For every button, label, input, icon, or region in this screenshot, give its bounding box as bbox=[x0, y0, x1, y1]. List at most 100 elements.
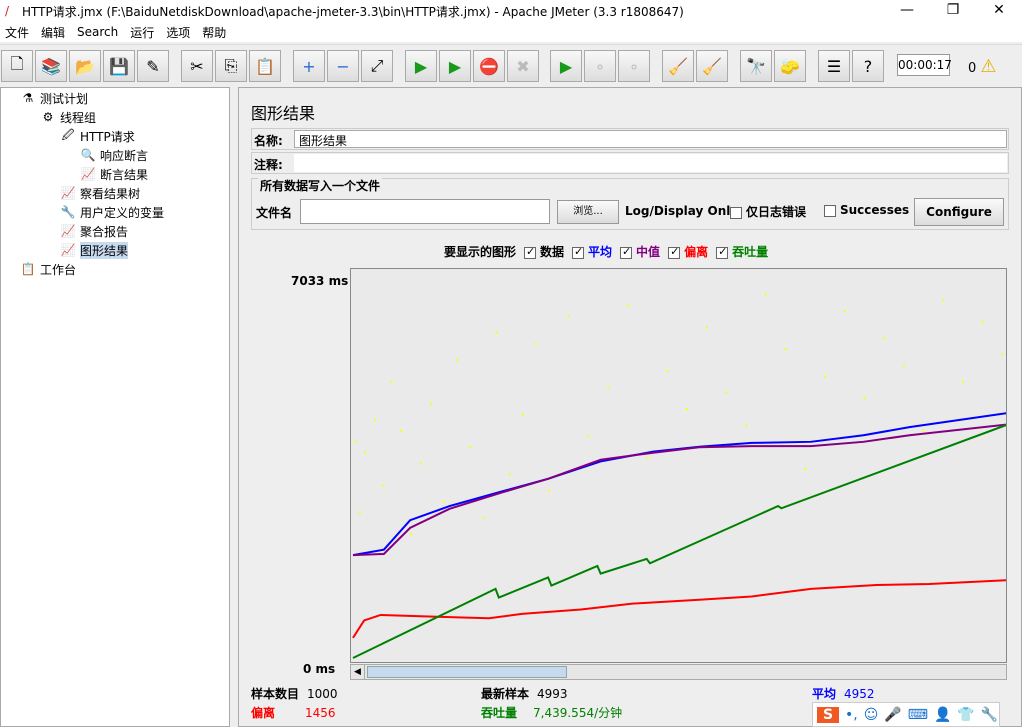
search-icon[interactable]: 🔭 bbox=[740, 50, 772, 82]
data-point bbox=[902, 364, 905, 367]
start-icon[interactable]: ▶ bbox=[405, 50, 437, 82]
data-point bbox=[705, 326, 708, 329]
menu-edit[interactable]: 编辑 bbox=[41, 24, 65, 41]
close-button[interactable]: ✕ bbox=[976, 0, 1022, 22]
tree-item-label: HTTP请求 bbox=[80, 129, 135, 144]
tree-item-label: 图形结果 bbox=[80, 241, 129, 259]
cut-icon[interactable]: ✂ bbox=[181, 50, 213, 82]
templates-icon[interactable]: 📚 bbox=[35, 50, 67, 82]
tree-item[interactable]: 🔧 用户定义的变量 bbox=[59, 203, 165, 221]
tree-item[interactable]: 🔍 响应断言 bbox=[79, 146, 149, 164]
menu-bar: 文件 编辑 Search 运行 选项 帮助 bbox=[0, 22, 1022, 42]
minimize-button[interactable]: — bbox=[884, 0, 930, 22]
name-input[interactable]: 图形结果 bbox=[294, 130, 1007, 148]
data-point bbox=[382, 484, 385, 487]
new-icon[interactable]: 🗋 bbox=[1, 50, 33, 82]
stop-icon[interactable]: ⛔ bbox=[473, 50, 505, 82]
browse-button[interactable]: 浏览... bbox=[557, 200, 619, 224]
clear-all-icon[interactable]: 🧹 bbox=[696, 50, 728, 82]
help-icon[interactable]: ? bbox=[852, 50, 884, 82]
graph-icon: 📈 bbox=[80, 167, 96, 181]
data-point bbox=[745, 424, 748, 427]
graph-toggle-checkbox[interactable]: 数据 bbox=[524, 243, 564, 260]
throughput-stat: 吞吐量 7,439.554/分钟 bbox=[481, 706, 623, 720]
filename-input[interactable] bbox=[300, 199, 550, 224]
tree-item[interactable]: 📋 工作台 bbox=[19, 260, 77, 278]
copy-icon[interactable]: ⎘ bbox=[215, 50, 247, 82]
microphone-icon[interactable]: 🎤 bbox=[884, 707, 901, 723]
remote-stop-icon[interactable]: ∘ bbox=[584, 50, 616, 82]
clear-icon[interactable]: 🧹 bbox=[662, 50, 694, 82]
configure-button[interactable]: Configure bbox=[914, 198, 1004, 226]
file-group: 所有数据写入一个文件 文件名 浏览... Log/Display Only: 仅… bbox=[251, 177, 1009, 230]
data-point bbox=[419, 462, 422, 465]
save-icon[interactable]: 💾 bbox=[103, 50, 135, 82]
tree-item[interactable]: 🖉 HTTP请求 bbox=[59, 127, 135, 145]
keyboard-icon[interactable]: ⌨ bbox=[908, 707, 928, 723]
graph-toggle-checkbox[interactable]: 吞吐量 bbox=[716, 243, 768, 260]
scroll-left-icon[interactable]: ◀ bbox=[351, 665, 365, 679]
series-line bbox=[352, 424, 1006, 659]
maximize-button[interactable]: ❐ bbox=[930, 0, 976, 22]
successes-checkbox[interactable]: Successes bbox=[824, 203, 909, 217]
errors-only-checkbox[interactable]: 仅日志错误 bbox=[730, 203, 806, 220]
tree-item[interactable]: 📈 聚合报告 bbox=[59, 222, 129, 240]
tree-item-label: 聚合报告 bbox=[80, 224, 129, 239]
wrench-icon[interactable]: 🔧 bbox=[981, 707, 998, 723]
remote-start-icon[interactable]: ▶ bbox=[550, 50, 582, 82]
data-point bbox=[666, 369, 669, 372]
tree-item[interactable]: ⚙ 线程组 bbox=[39, 108, 96, 126]
data-point bbox=[626, 304, 629, 307]
menu-options[interactable]: 选项 bbox=[166, 24, 190, 41]
open-icon[interactable]: 📂 bbox=[69, 50, 101, 82]
comment-row: 注释: bbox=[251, 152, 1009, 174]
name-label: 名称: bbox=[254, 134, 283, 148]
reset-search-icon[interactable]: 🧽 bbox=[774, 50, 806, 82]
remote-shutdown-icon[interactable]: ∘ bbox=[618, 50, 650, 82]
warning-indicator[interactable]: 0 ⚠ bbox=[968, 56, 997, 77]
tree-item[interactable]: 📈 断言结果 bbox=[79, 165, 149, 183]
clipboard-icon: 📋 bbox=[20, 262, 36, 276]
window-title: HTTP请求.jmx (F:\BaiduNetdiskDownload\apac… bbox=[22, 4, 684, 19]
graph-toggle-checkbox[interactable]: 偏离 bbox=[668, 243, 708, 260]
emoji-icon[interactable]: ☺ bbox=[864, 707, 879, 723]
menu-search[interactable]: Search bbox=[77, 25, 118, 39]
results-chart bbox=[350, 268, 1007, 663]
data-point bbox=[981, 320, 984, 323]
menu-file[interactable]: 文件 bbox=[5, 24, 29, 41]
tree-item-label: 工作台 bbox=[40, 262, 77, 277]
graph-toggle-checkbox[interactable]: 平均 bbox=[572, 243, 612, 260]
tree-item[interactable]: ⚗ 测试计划 bbox=[19, 89, 88, 107]
wrench-icon: 🔧 bbox=[60, 205, 76, 219]
paste-icon[interactable]: 📋 bbox=[249, 50, 281, 82]
data-point bbox=[824, 375, 827, 378]
menu-help[interactable]: 帮助 bbox=[202, 24, 226, 41]
y-min-label: 0 ms bbox=[303, 662, 336, 676]
scroll-thumb[interactable] bbox=[367, 666, 567, 678]
toggle-icon[interactable]: ⤢ bbox=[361, 50, 393, 82]
user-icon[interactable]: 👤 bbox=[934, 707, 951, 723]
data-point bbox=[364, 451, 367, 454]
skin-icon[interactable]: 👕 bbox=[957, 707, 974, 723]
shutdown-icon[interactable]: ✖ bbox=[507, 50, 539, 82]
chart-scrollbar[interactable]: ◀ bbox=[350, 664, 1007, 680]
tree-item[interactable]: 📈 图形结果 bbox=[59, 241, 129, 259]
tree-item-label: 线程组 bbox=[60, 110, 97, 125]
tree-item[interactable]: 📈 察看结果树 bbox=[59, 184, 141, 202]
series-line bbox=[352, 423, 1006, 557]
sogou-icon[interactable]: S bbox=[817, 706, 839, 723]
comment-input[interactable] bbox=[294, 154, 1007, 172]
data-point bbox=[883, 337, 886, 340]
function-helper-icon[interactable]: ☰ bbox=[818, 50, 850, 82]
data-point bbox=[1001, 353, 1004, 356]
data-point bbox=[962, 380, 965, 383]
data-point bbox=[784, 348, 787, 351]
collapse-icon[interactable]: − bbox=[327, 50, 359, 82]
menu-run[interactable]: 运行 bbox=[130, 24, 154, 41]
graph-toggle-checkbox[interactable]: 中值 bbox=[620, 243, 660, 260]
expand-icon[interactable]: + bbox=[293, 50, 325, 82]
punctuation-icon[interactable]: •, bbox=[845, 707, 858, 723]
data-point bbox=[495, 331, 498, 334]
save-as-icon[interactable]: ✎ bbox=[137, 50, 169, 82]
start-no-pause-icon[interactable]: ▶ bbox=[439, 50, 471, 82]
